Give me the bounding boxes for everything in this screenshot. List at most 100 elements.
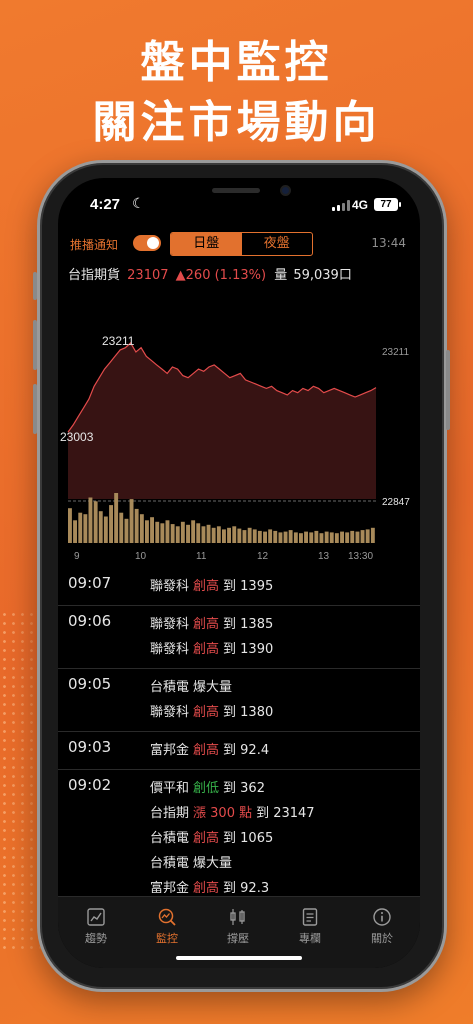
- alert-time: 09:02: [68, 776, 112, 794]
- x-tick-label: 9: [74, 551, 80, 562]
- alert-stock: 聯發科: [150, 642, 190, 657]
- instrument-name: 台指期貨: [68, 268, 121, 283]
- tab-label: 撐壓: [227, 932, 249, 945]
- tab-column[interactable]: 專欄: [280, 907, 340, 946]
- volume-bar: [139, 514, 144, 543]
- alert-detail: 到 1395: [223, 579, 274, 594]
- app-screen: 4:27 ☾ 4G 77 推播通知 日盤 夜盤 13:44 台指期貨 23107…: [58, 178, 420, 968]
- alert-item: 台積電 爆大量: [150, 851, 420, 876]
- x-tick-label: 13: [318, 551, 330, 562]
- tab-label: 監控: [156, 932, 178, 945]
- intraday-chart[interactable]: 23211 23003 23211 22847 9 10 11 12 13 13:30: [58, 293, 420, 563]
- tab-label: 專欄: [299, 932, 321, 945]
- quote-line: 台指期貨 23107 ▲260 (1.13%) 量 59,039口: [68, 264, 352, 283]
- tab-support-resistance[interactable]: 撐壓: [208, 907, 268, 946]
- alert-detail: 到 1065: [223, 831, 274, 846]
- network-type: 4G: [352, 198, 369, 212]
- instrument-price: 23107: [127, 268, 169, 283]
- x-tick-label: 12: [257, 551, 269, 562]
- volume-bar: [288, 530, 293, 543]
- alert-tag: 爆大量: [193, 856, 233, 871]
- alert-feed[interactable]: 09:07 聯發科 創高到 1395 09:06 聯發科 創高到 1385 聯發科 創高到 1…: [58, 568, 420, 893]
- volume-bar: [206, 524, 211, 543]
- volume-bar: [93, 501, 98, 543]
- phone-power-button: [446, 350, 450, 430]
- volume-bar: [252, 529, 257, 543]
- volume-bar: [196, 523, 201, 543]
- battery-icon: 77: [374, 198, 398, 211]
- tab-about[interactable]: 關於: [352, 907, 412, 946]
- alert-detail: 到 23147: [256, 806, 315, 821]
- speaker-grille: [212, 188, 260, 193]
- volume-bar: [360, 530, 365, 543]
- volume-bar: [68, 508, 72, 543]
- volume-bar: [180, 521, 185, 543]
- tab-label: 趨勢: [85, 932, 107, 945]
- status-time: 4:27: [90, 196, 121, 213]
- alert-detail: 到 92.3: [223, 881, 270, 893]
- alert-detail: 到 1385: [223, 617, 274, 632]
- volume-bar: [345, 532, 350, 543]
- volume-bar: [73, 520, 77, 543]
- volume-bar: [309, 532, 314, 543]
- volume-bar: [186, 524, 190, 543]
- promo-headline-2: 關注市場動向: [92, 97, 381, 148]
- trend-chart-icon: [87, 908, 105, 926]
- volume-bar: [365, 529, 370, 543]
- x-tick-label: 10: [135, 551, 147, 562]
- alert-group[interactable]: 09:07 聯發科 創高到 1395: [58, 568, 420, 606]
- tab-trend[interactable]: 趨勢: [66, 907, 126, 946]
- alert-tag: 創低: [193, 781, 220, 796]
- volume-bar: [78, 512, 83, 543]
- right-top-label: 23211: [382, 347, 410, 358]
- phone-volume-down: [33, 384, 37, 434]
- alert-tag: 創高: [193, 881, 220, 893]
- notch: [140, 178, 338, 214]
- volume-bar: [83, 514, 88, 543]
- high-label: 23211: [102, 334, 135, 348]
- alert-item: 聯發科 創高到 1390: [150, 637, 420, 662]
- alert-group[interactable]: 09:03 富邦金 創高到 92.4: [58, 732, 420, 770]
- alert-stock: 聯發科: [150, 617, 190, 632]
- volume-bar: [88, 497, 93, 543]
- tab-label: 關於: [371, 932, 393, 945]
- alert-tag: 創高: [193, 743, 220, 758]
- volume-bar: [319, 533, 324, 543]
- home-indicator[interactable]: [176, 956, 302, 960]
- volume-bar: [155, 521, 160, 543]
- instrument-change: ▲260 (1.13%): [175, 268, 267, 283]
- market-clock: 13:44: [371, 236, 406, 250]
- alert-time: 09:06: [68, 612, 112, 630]
- alert-item: 聯發科 創高到 1395: [150, 574, 420, 599]
- volume-bar: [370, 527, 375, 543]
- volume-bar: [201, 526, 206, 543]
- segment-day-session[interactable]: 日盤: [171, 233, 242, 255]
- push-notification-toggle[interactable]: [133, 235, 161, 251]
- tab-monitor[interactable]: 監控: [137, 907, 197, 946]
- volume-bar: [314, 530, 319, 543]
- alert-group[interactable]: 09:05 台積電 爆大量 聯發科 創高到 1380: [58, 669, 420, 732]
- volume-bar: [211, 527, 216, 543]
- segment-night-session[interactable]: 夜盤: [242, 233, 313, 255]
- alert-item: 聯發科 創高到 1380: [150, 700, 420, 725]
- alert-tag: 爆大量: [193, 680, 233, 695]
- alert-stock: 富邦金: [150, 881, 190, 893]
- volume-bar: [119, 512, 124, 543]
- volume-bar: [227, 527, 231, 543]
- phone-mute-switch: [33, 272, 37, 300]
- alert-group[interactable]: 09:02 價平和 創低到 362 台指期漲 300 點到 23147 台積電 創高到 1…: [58, 770, 420, 893]
- alert-stock: 富邦金: [150, 743, 190, 758]
- volume-bar: [268, 529, 273, 543]
- volume-bar: [304, 531, 308, 543]
- battery-tip: [399, 202, 401, 207]
- volume-bar: [278, 532, 283, 543]
- alert-tag: 創高: [193, 705, 220, 720]
- volume-bar: [355, 531, 360, 543]
- volume-bar: [340, 531, 344, 543]
- alert-item: 富邦金 創高到 92.4: [150, 738, 420, 763]
- volume-bar: [283, 531, 288, 543]
- alert-stock: 聯發科: [150, 579, 190, 594]
- x-tick-label: 13:30: [348, 551, 373, 562]
- alert-group[interactable]: 09:06 聯發科 創高到 1385 聯發科 創高到 1390: [58, 606, 420, 669]
- low-label: 23003: [60, 430, 94, 444]
